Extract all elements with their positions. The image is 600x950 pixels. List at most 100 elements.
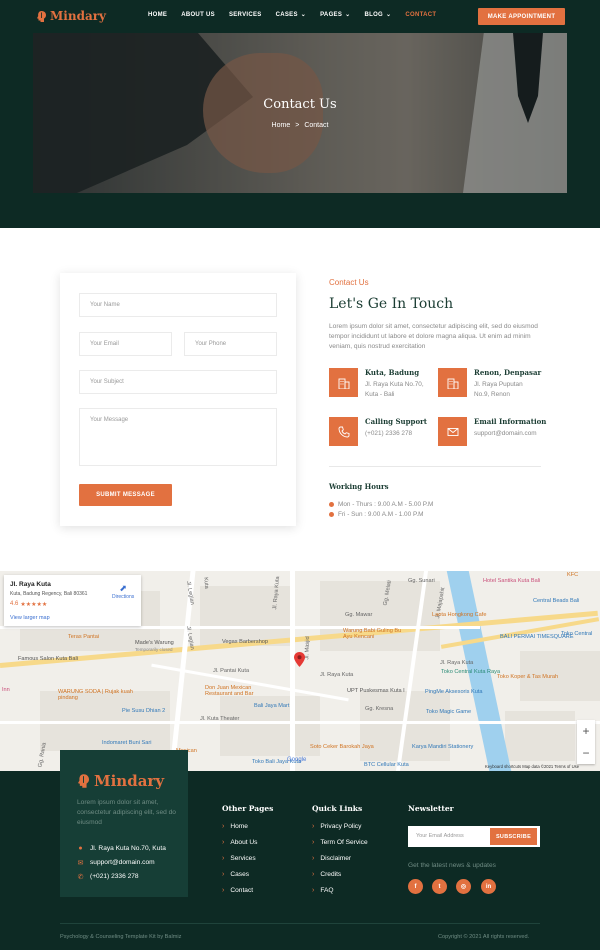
address-text: Jl. Raya Kuta No.70, Kuta - Bali <box>365 380 424 399</box>
facebook-icon[interactable]: f <box>408 879 423 894</box>
breadcrumb-home[interactable]: Home <box>272 122 291 129</box>
submit-message-button[interactable]: SUBMIT MESSAGE <box>79 484 172 506</box>
twitter-icon[interactable]: t <box>432 879 447 894</box>
footer-divider <box>60 923 540 924</box>
newsletter-email-input[interactable]: Your Email Address <box>416 833 464 839</box>
working-hours-title: Working Hours <box>329 482 389 491</box>
footer-link-label: Home <box>230 823 248 830</box>
footer-link-disclaimer[interactable]: › Disclaimer <box>312 855 351 862</box>
footer-link-home[interactable]: › Home <box>222 823 248 830</box>
map-attribution[interactable]: Keyboard shortcuts Map data ©2021 Terms … <box>485 764 579 769</box>
chevron-right-icon: › <box>312 887 315 894</box>
map-label: Central Beads Bali <box>533 598 580 604</box>
footer-link-privacy[interactable]: › Privacy Policy <box>312 823 361 830</box>
place-title: Jl. Raya Kuta <box>10 581 51 588</box>
map-label: Jl. Pantai Kuta <box>213 668 250 674</box>
map-label: Kuta <box>202 577 210 589</box>
chevron-right-icon: › <box>222 855 225 862</box>
footer-link-services[interactable]: › Services <box>222 855 256 862</box>
page-title: Contact Us <box>263 97 337 112</box>
clock-icon <box>329 502 334 507</box>
zoom-controls: + − <box>577 720 595 764</box>
footer-link-terms[interactable]: › Term Of Service <box>312 839 368 846</box>
subscribe-button[interactable]: SUBSCRIBE <box>490 828 537 845</box>
support-phone[interactable]: (+021) 2336 278 <box>365 429 412 439</box>
map-label: Toko Magic Game <box>426 709 472 715</box>
map-label: Jl. Raya Kuta <box>320 672 354 678</box>
chevron-right-icon: › <box>312 855 315 862</box>
footer-link-credits[interactable]: › Credits <box>312 871 341 878</box>
address-line-2: Kuta - Bali <box>365 390 395 398</box>
phone-icon: ✆ <box>77 873 84 881</box>
nav-cases[interactable]: CASES ⌄ <box>276 12 307 18</box>
chevron-down-icon: ⌄ <box>300 12 307 18</box>
directions-button[interactable]: ⬈ Directions <box>112 583 134 600</box>
instagram-icon[interactable]: ◎ <box>456 879 471 894</box>
nav-blog[interactable]: BLOG ⌄ <box>364 12 391 18</box>
footer-logo-text: Mindary <box>94 772 165 790</box>
footer-address: ● Jl. Raya Kuta No.70, Kuta <box>77 845 166 852</box>
newsletter-title: Newsletter <box>408 804 454 813</box>
make-appointment-button[interactable]: MAKE APPOINTMENT <box>478 8 565 25</box>
envelope-icon <box>438 417 467 446</box>
copyright: Copyright © 2021 All rights reserved. <box>438 934 530 940</box>
map-label: Gg. Mawar <box>345 612 373 618</box>
map-label: Indomaret Buni Sari <box>102 740 152 746</box>
footer-email[interactable]: ✉ support@domain.com <box>77 859 155 867</box>
view-larger-map-link[interactable]: View larger map <box>10 615 50 621</box>
map-road <box>290 571 295 771</box>
map-label: Inn <box>2 687 10 693</box>
chevron-down-icon: ⌄ <box>386 12 392 18</box>
footer-link-faq[interactable]: › FAQ <box>312 887 334 894</box>
map-label: Vegas Barbershop <box>222 639 269 645</box>
support-title: Calling Support <box>365 417 428 426</box>
chevron-right-icon: › <box>312 823 315 830</box>
working-hours-row: Mon - Thurs : 9.00 A.M - 5.00 P.M <box>329 501 433 508</box>
footer-link-label: Disclaimer <box>320 855 352 862</box>
zoom-in-button[interactable]: + <box>577 720 595 742</box>
phone-field[interactable]: Your Phone <box>184 332 277 356</box>
subject-field[interactable]: Your Subject <box>79 370 277 394</box>
support-email[interactable]: support@domain.com <box>474 429 537 439</box>
map-label: BALI PERMAI TIMESQUARE <box>500 634 574 640</box>
map-label: Gg. Sunari <box>408 578 435 584</box>
clock-icon <box>329 512 334 517</box>
nav-label: ABOUT US <box>181 12 215 18</box>
location-pin-icon[interactable] <box>294 652 305 667</box>
email-field[interactable]: Your Email <box>79 332 172 356</box>
chevron-right-icon: › <box>222 887 225 894</box>
map-label: Famous Salon Kuta Bali <box>18 656 79 662</box>
footer-logo[interactable]: Mindary <box>78 772 164 790</box>
map-block <box>505 711 575 761</box>
nav-about[interactable]: ABOUT US <box>181 12 215 18</box>
nav-contact[interactable]: CONTACT <box>405 12 436 18</box>
nav-pages[interactable]: PAGES ⌄ <box>320 12 350 18</box>
section-description: Lorem ipsum dolor sit amet, consectetur … <box>329 323 538 350</box>
nav-label: CONTACT <box>405 12 437 18</box>
address-text: Jl. Raya Puputan No.9, Renon <box>474 380 523 399</box>
map-label: KFC <box>567 572 579 578</box>
linkedin-icon[interactable]: in <box>481 879 496 894</box>
address-title: Renon, Denpasar <box>474 368 542 377</box>
message-field[interactable]: Your Message <box>79 408 277 466</box>
nav-label: HOME <box>148 12 168 18</box>
map-label: Jl. Masjid <box>304 636 312 660</box>
logo[interactable]: Mindary <box>37 9 106 23</box>
email-title: Email Information <box>474 417 547 426</box>
map-label: Jl. Kuta Theater <box>200 716 240 722</box>
map-label: Teras Pantai <box>68 634 100 640</box>
envelope-icon: ✉ <box>77 859 84 867</box>
address-line-1: Jl. Raya Puputan <box>474 381 523 388</box>
section-title: Let's Ge In Touch <box>329 296 454 312</box>
footer-link-contact[interactable]: › Contact <box>222 887 253 894</box>
zoom-out-button[interactable]: − <box>577 742 595 764</box>
name-field[interactable]: Your Name <box>79 293 277 317</box>
nav-services[interactable]: SERVICES <box>229 12 262 18</box>
address-line-1: Jl. Raya Kuta No.70, <box>365 381 424 388</box>
footer-phone[interactable]: ✆ (+021) 2336 278 <box>77 873 139 881</box>
footer-link-cases[interactable]: › Cases <box>222 871 249 878</box>
email-information: Email Information support@domain.com <box>438 417 548 449</box>
breadcrumb: Home > Contact <box>33 122 567 129</box>
footer-link-about[interactable]: › About Us <box>222 839 257 846</box>
nav-home[interactable]: HOME <box>148 12 167 18</box>
